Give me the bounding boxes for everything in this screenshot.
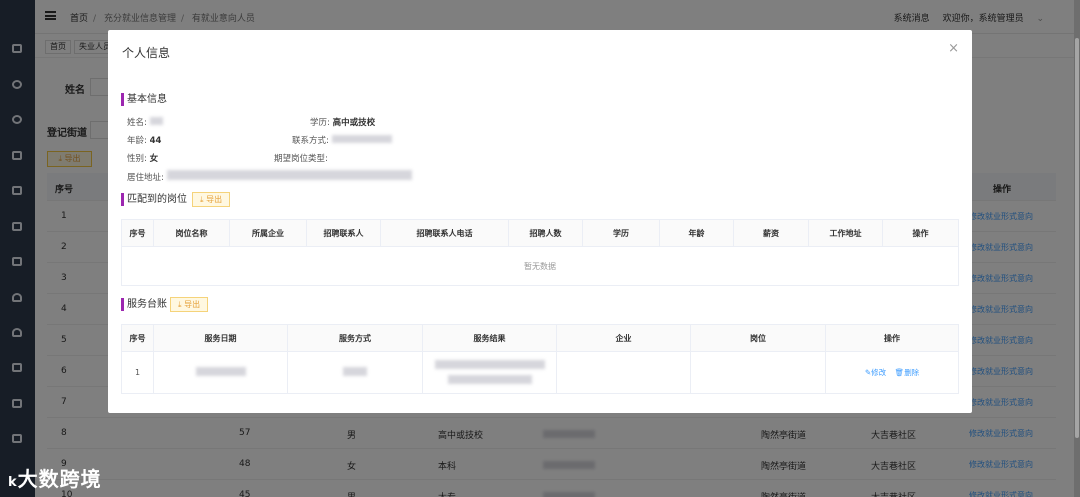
jobs-empty-text: 暂无数据 bbox=[121, 246, 959, 286]
jobs-col-salary: 薪资 bbox=[733, 219, 809, 247]
service-ledger-title: 服务台账 bbox=[121, 298, 167, 311]
field-contact: 联系方式: bbox=[292, 134, 392, 146]
address-value-redacted bbox=[166, 170, 412, 180]
field-name: 姓名: bbox=[127, 116, 163, 128]
age-label: 年龄: bbox=[127, 136, 147, 146]
svc-row-no: 1 bbox=[121, 351, 154, 394]
gender-value: 女 bbox=[149, 154, 159, 164]
field-job-type: 期望岗位类型: bbox=[274, 152, 328, 164]
age-value: 44 bbox=[149, 136, 162, 146]
service-export-button[interactable]: ⤓ 导出 bbox=[170, 297, 209, 312]
gender-label: 性别: bbox=[127, 154, 147, 164]
svc-edit-link[interactable]: ✎修改 bbox=[865, 368, 886, 377]
download-icon: ⤓ bbox=[178, 300, 182, 309]
field-gender: 性别: 女 bbox=[127, 152, 158, 164]
job-type-label: 期望岗位类型: bbox=[274, 154, 328, 164]
trash-icon: 🗑 bbox=[894, 368, 905, 377]
jobs-col-name: 岗位名称 bbox=[153, 219, 230, 247]
page-scrollbar[interactable] bbox=[1074, 0, 1080, 497]
jobs-col-contact: 招聘联系人 bbox=[306, 219, 381, 247]
svc-method-redacted bbox=[343, 367, 367, 376]
svc-col-no: 序号 bbox=[121, 324, 154, 352]
field-edu: 学历: 高中或技校 bbox=[310, 116, 375, 128]
modal-title: 个人信息 bbox=[122, 46, 171, 60]
svc-col-result: 服务结果 bbox=[422, 324, 557, 352]
jobs-col-no: 序号 bbox=[121, 219, 154, 247]
jobs-col-address: 工作地址 bbox=[808, 219, 883, 247]
edu-value: 高中或技校 bbox=[332, 118, 376, 128]
personal-info-modal: 个人信息 × 基本信息 姓名: 年龄: 44 性别: 女 居住地址: 学历: 高… bbox=[108, 30, 972, 413]
table-row: 1 ✎修改 🗑删除 bbox=[121, 351, 959, 394]
close-icon[interactable]: × bbox=[948, 41, 959, 56]
contact-label: 联系方式: bbox=[292, 136, 329, 146]
svc-col-date: 服务日期 bbox=[153, 324, 288, 352]
jobs-col-count: 招聘人数 bbox=[508, 219, 583, 247]
jobs-export-button[interactable]: ⤓ 导出 bbox=[192, 192, 231, 207]
jobs-col-company: 所属企业 bbox=[229, 219, 307, 247]
basic-info-title: 基本信息 bbox=[121, 93, 167, 106]
svc-col-method: 服务方式 bbox=[287, 324, 423, 352]
contact-value-redacted bbox=[331, 135, 392, 143]
name-label: 姓名: bbox=[127, 118, 147, 128]
address-label: 居住地址: bbox=[127, 173, 164, 183]
field-age: 年龄: 44 bbox=[127, 134, 161, 146]
service-ledger-table: 序号 服务日期 服务方式 服务结果 企业 岗位 操作 1 ✎修改 🗑删除 bbox=[121, 324, 959, 394]
svc-delete-link[interactable]: 🗑删除 bbox=[895, 368, 920, 377]
name-value-redacted bbox=[149, 117, 163, 125]
edu-label: 学历: bbox=[310, 118, 330, 128]
matched-jobs-table: 序号 岗位名称 所属企业 招聘联系人 招聘联系人电话 招聘人数 学历 年龄 薪资… bbox=[121, 219, 959, 286]
watermark-logo: k大数跨境 bbox=[8, 467, 102, 491]
svc-col-post: 岗位 bbox=[690, 324, 826, 352]
matched-jobs-title: 匹配到的岗位 bbox=[121, 193, 187, 206]
svc-date-redacted bbox=[195, 367, 246, 376]
svc-result-redacted bbox=[434, 359, 545, 369]
jobs-col-actions: 操作 bbox=[882, 219, 959, 247]
download-icon: ⤓ bbox=[200, 195, 204, 204]
jobs-col-age: 年龄 bbox=[659, 219, 734, 247]
svc-col-actions: 操作 bbox=[825, 324, 959, 352]
field-address: 居住地址: bbox=[127, 170, 412, 183]
jobs-col-phone: 招聘联系人电话 bbox=[380, 219, 509, 247]
svc-col-company: 企业 bbox=[556, 324, 691, 352]
jobs-col-edu: 学历 bbox=[582, 219, 660, 247]
